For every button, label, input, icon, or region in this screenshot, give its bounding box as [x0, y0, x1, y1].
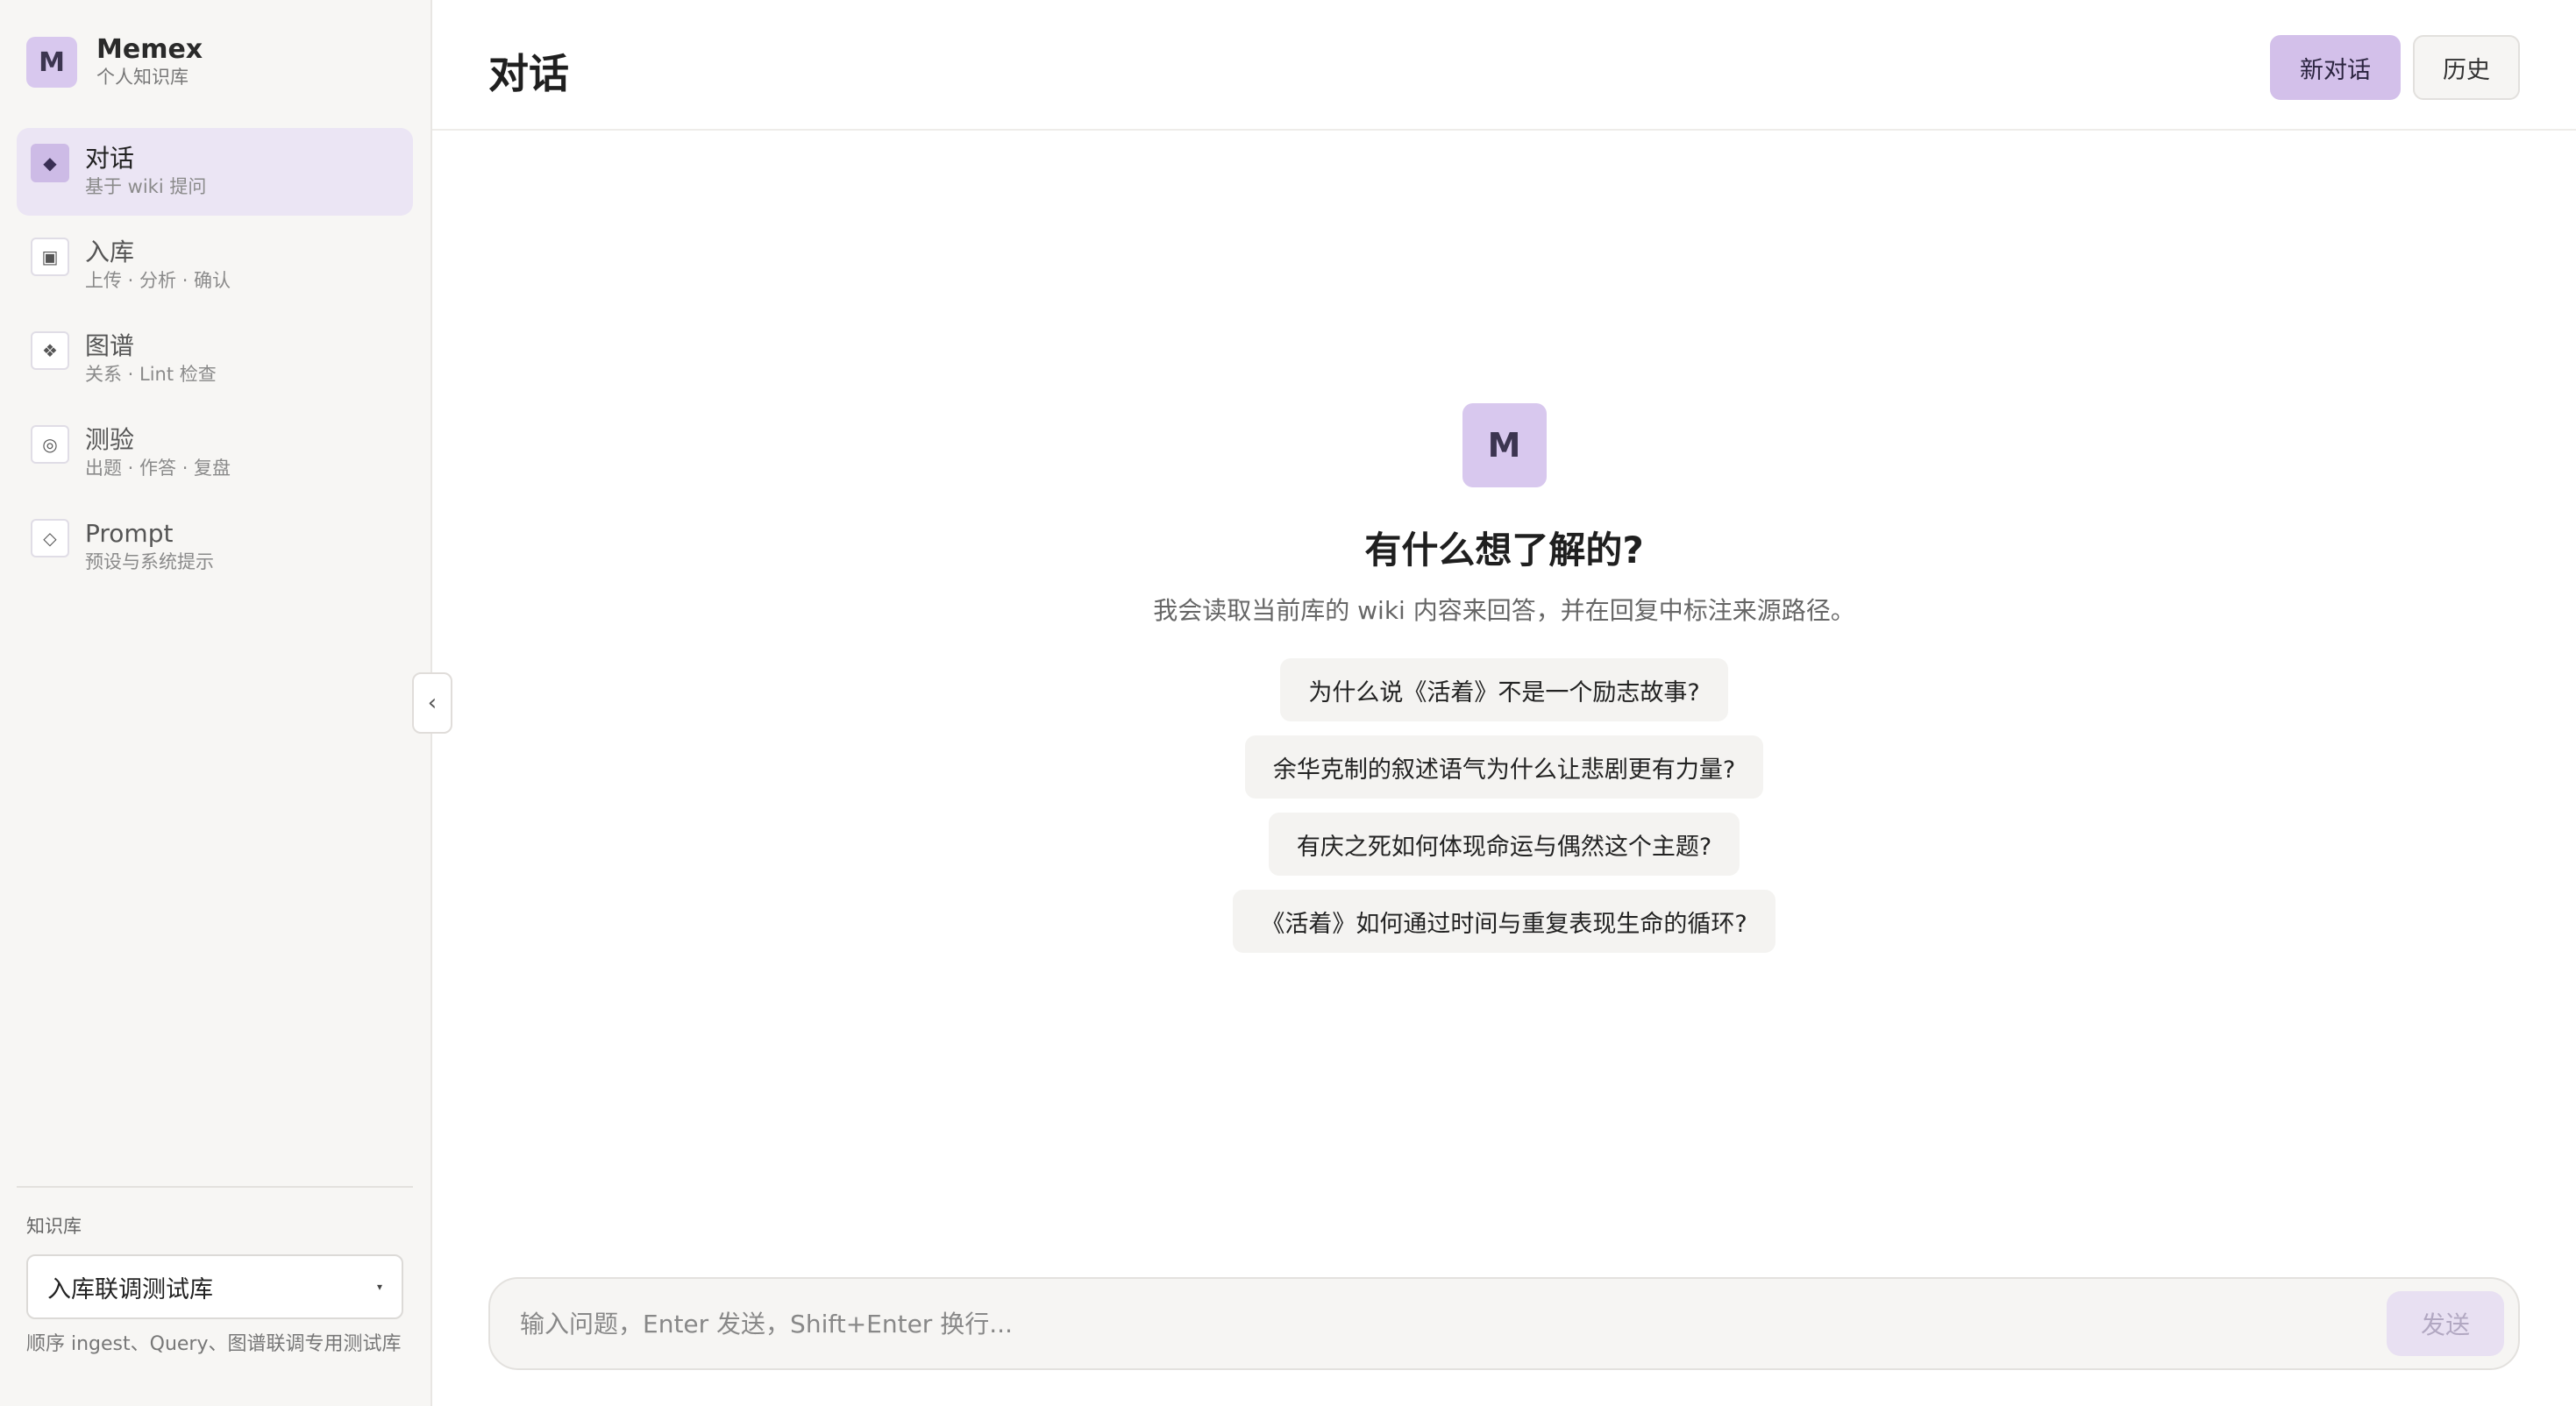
nav-text: 对话 基于 wiki 提问	[85, 144, 206, 200]
main-panel: 对话 新对话 历史 M 有什么想了解的? 我会读取当前库的 wiki 内容来回答…	[432, 0, 2576, 1406]
nav-text: 测验 出题 · 作答 · 复盘	[85, 425, 231, 481]
sidebar-item-ingest[interactable]: ▣ 入库 上传 · 分析 · 确认	[17, 222, 413, 309]
new-chat-button[interactable]: 新对话	[2270, 35, 2401, 100]
knowledge-base-select[interactable]: 入库联调测试库 ▾	[26, 1254, 403, 1319]
sidebar-item-desc: 出题 · 作答 · 复盘	[85, 458, 231, 479]
graph-icon: ❖	[31, 331, 69, 370]
suggestion-chip[interactable]: 《活着》如何通过时间与重复表现生命的循环?	[1233, 890, 1775, 953]
sidebar-item-label: 图谱	[85, 331, 135, 360]
sidebar-item-desc: 基于 wiki 提问	[85, 176, 207, 197]
sidebar-item-prompt[interactable]: ◇ Prompt 预设与系统提示	[17, 503, 413, 591]
top-bar: 对话 新对话 历史	[432, 0, 2576, 131]
brand-name: Memex	[96, 34, 203, 65]
send-button[interactable]: 发送	[2387, 1291, 2504, 1356]
knowledge-base-selected: 入库联调测试库	[47, 1275, 213, 1303]
knowledge-base-description: 顺序 ingest、Query、图谱联调专用测试库	[26, 1333, 402, 1355]
message-input[interactable]	[520, 1309, 2387, 1339]
nav-text: 入库 上传 · 分析 · 确认	[85, 238, 231, 294]
nav-text: 图谱 关系 · Lint 检查	[85, 331, 217, 387]
brand: M Memex 个人知识库	[26, 35, 203, 89]
chevron-left-icon: ‹	[427, 690, 438, 716]
square-inbox-icon: ▣	[31, 238, 69, 276]
sidebar-item-quiz[interactable]: ◎ 测验 出题 · 作答 · 复盘	[17, 409, 413, 497]
welcome-title: 有什么想了解的?	[1364, 529, 1644, 572]
brand-subtitle: 个人知识库	[96, 67, 189, 88]
sidebar-nav: ◆ 对话 基于 wiki 提问 ▣ 入库 上传 · 分析 · 确认 ❖ 图谱 关…	[17, 128, 413, 597]
sidebar-item-label: Prompt	[85, 519, 174, 548]
sidebar-item-graph[interactable]: ❖ 图谱 关系 · Lint 检查	[17, 316, 413, 403]
message-composer: 发送	[488, 1277, 2520, 1370]
welcome-panel: M 有什么想了解的? 我会读取当前库的 wiki 内容来回答，并在回复中标注来源…	[432, 403, 2576, 953]
brand-avatar: M	[26, 37, 77, 88]
history-button[interactable]: 历史	[2413, 35, 2520, 100]
app-window: M Memex 个人知识库 ◆ 对话 基于 wiki 提问 ▣ 入库 上传 · …	[0, 0, 2576, 1406]
knowledge-base-section: 知识库 入库联调测试库 ▾ 顺序 ingest、Query、图谱联调专用测试库	[17, 1186, 413, 1359]
target-icon: ◎	[31, 425, 69, 464]
sidebar-item-label: 入库	[85, 238, 135, 266]
nav-text: Prompt 预设与系统提示	[85, 519, 214, 575]
sidebar-item-desc: 预设与系统提示	[85, 551, 214, 572]
sidebar-item-desc: 关系 · Lint 检查	[85, 364, 217, 385]
sidebar-item-label: 对话	[85, 144, 135, 173]
sidebar-item-label: 测验	[85, 425, 135, 454]
diamond-outline-icon: ◇	[31, 519, 69, 557]
collapse-sidebar-button[interactable]: ‹	[412, 672, 452, 734]
sidebar: M Memex 个人知识库 ◆ 对话 基于 wiki 提问 ▣ 入库 上传 · …	[0, 0, 432, 1406]
page-title: 对话	[488, 50, 569, 97]
chevron-down-icon: ▾	[376, 1281, 382, 1293]
top-actions: 新对话 历史	[2270, 35, 2520, 100]
assistant-avatar: M	[1462, 403, 1547, 487]
suggestion-chip[interactable]: 有庆之死如何体现命运与偶然这个主题?	[1268, 813, 1740, 876]
suggestion-chip[interactable]: 余华克制的叙述语气为什么让悲剧更有力量?	[1244, 735, 1764, 799]
brand-text: Memex 个人知识库	[96, 35, 203, 89]
diamond-filled-icon: ◆	[31, 144, 69, 182]
suggestion-list: 为什么说《活着》不是一个励志故事? 余华克制的叙述语气为什么让悲剧更有力量? 有…	[1233, 658, 1775, 953]
welcome-subtitle: 我会读取当前库的 wiki 内容来回答，并在回复中标注来源路径。	[1153, 596, 1855, 625]
knowledge-base-title: 知识库	[26, 1216, 82, 1237]
sidebar-item-desc: 上传 · 分析 · 确认	[85, 270, 231, 291]
sidebar-item-chat[interactable]: ◆ 对话 基于 wiki 提问	[17, 128, 413, 216]
suggestion-chip[interactable]: 为什么说《活着》不是一个励志故事?	[1280, 658, 1728, 721]
